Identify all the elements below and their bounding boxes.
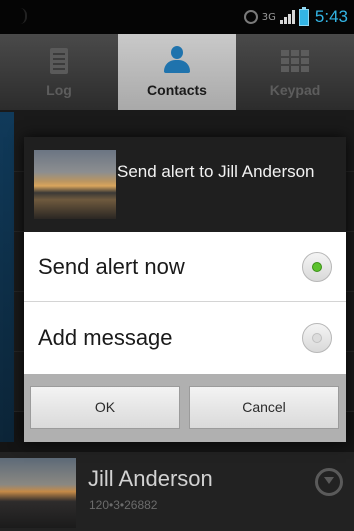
status-bar: 3G 5:43 bbox=[0, 0, 354, 34]
alarm-icon bbox=[243, 10, 258, 24]
tab-contacts[interactable]: Contacts bbox=[118, 34, 236, 110]
dialog-header: Send alert to Jill Anderson bbox=[24, 137, 346, 232]
tab-contacts-label: Contacts bbox=[147, 82, 207, 98]
option-add-message[interactable]: Add message bbox=[24, 303, 346, 373]
radio-button-selected[interactable] bbox=[302, 252, 332, 282]
network-3g-icon: 3G bbox=[261, 11, 276, 23]
ok-button[interactable]: OK bbox=[30, 386, 180, 429]
keypad-icon bbox=[280, 46, 310, 76]
option-label: Send alert now bbox=[38, 254, 185, 279]
signal-icon bbox=[279, 10, 295, 24]
notification-icon bbox=[20, 8, 27, 24]
option-label: Add message bbox=[38, 325, 173, 350]
log-icon bbox=[44, 46, 74, 76]
dialog-options: Send alert now Add message bbox=[24, 232, 346, 374]
list-scroll-rail bbox=[0, 112, 14, 442]
status-icons: 3G 5:43 bbox=[243, 6, 348, 27]
tab-keypad[interactable]: Keypad bbox=[236, 34, 354, 110]
contact-row[interactable]: Jill Anderson 120•3•26882 bbox=[0, 452, 354, 531]
dialog-title: Send alert to Jill Anderson bbox=[117, 162, 315, 181]
tab-bar: Log Contacts Keypad bbox=[0, 34, 354, 112]
chevron-down-icon[interactable] bbox=[315, 468, 343, 496]
contacts-icon bbox=[162, 46, 192, 76]
contact-photo bbox=[34, 150, 116, 219]
tab-log-label: Log bbox=[46, 82, 72, 98]
tab-log[interactable]: Log bbox=[0, 34, 118, 110]
status-time: 5:43 bbox=[314, 7, 348, 26]
dialog-footer: OK Cancel bbox=[24, 374, 346, 442]
contact-photo bbox=[0, 458, 76, 528]
cancel-button[interactable]: Cancel bbox=[189, 386, 339, 429]
option-send-alert-now[interactable]: Send alert now bbox=[24, 232, 346, 302]
battery-icon bbox=[298, 6, 309, 26]
contact-number: 120•3•26882 bbox=[89, 498, 158, 512]
contact-name: Jill Anderson bbox=[88, 466, 213, 491]
radio-button[interactable] bbox=[302, 323, 332, 353]
tab-keypad-label: Keypad bbox=[269, 82, 321, 98]
send-alert-dialog: Send alert to Jill Anderson Send alert n… bbox=[24, 137, 346, 442]
